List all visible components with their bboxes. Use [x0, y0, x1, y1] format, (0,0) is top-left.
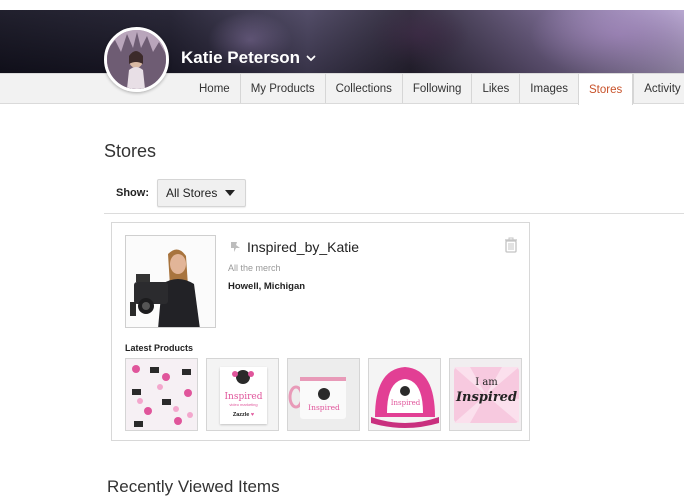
product-thumb-sticker[interactable]: Inspired video marketing Zazzle ♥	[206, 358, 279, 431]
mousepad-line1: I am	[475, 377, 498, 388]
store-filter-select[interactable]: All Stores	[157, 179, 247, 207]
section-divider	[104, 213, 684, 214]
profile-avatar[interactable]	[104, 27, 169, 92]
pin-icon[interactable]	[229, 240, 243, 254]
profile-tabs: Home My Products Collections Following L…	[189, 74, 684, 105]
username-text: Katie Peterson	[181, 48, 301, 67]
tab-activity[interactable]: Activity	[633, 74, 684, 103]
sticker-card: Inspired video marketing Zazzle ♥	[220, 367, 267, 424]
camera-logo-icon	[232, 370, 254, 384]
tab-following[interactable]: Following	[401, 74, 472, 103]
product-thumb-pattern[interactable]	[125, 358, 198, 431]
product-thumb-mug[interactable]: Inspired	[287, 358, 360, 431]
store-location: Howell, Michigan	[228, 281, 306, 292]
store-photo[interactable]	[125, 235, 216, 328]
show-label: Show:	[116, 187, 149, 199]
tab-stores[interactable]: Stores	[578, 74, 634, 105]
tab-collections[interactable]: Collections	[324, 74, 402, 103]
cap-text: Inspired	[390, 399, 421, 407]
caret-down-icon	[225, 190, 236, 196]
product-thumb-cap[interactable]: Inspired	[368, 358, 441, 431]
profile-nav-bar: Home My Products Collections Following L…	[0, 73, 684, 105]
heart-icon: ♥	[250, 412, 255, 418]
latest-products-list: Inspired video marketing Zazzle ♥ Inspir…	[125, 358, 522, 431]
tab-my-products[interactable]: My Products	[239, 74, 325, 103]
username-menu[interactable]: Katie Peterson	[181, 48, 316, 68]
page-title: Stores	[104, 141, 157, 161]
banner-overlay	[0, 10, 684, 73]
store-name-text: Inspired_by_Katie	[247, 239, 360, 255]
mug-text: Inspired	[308, 403, 340, 412]
store-tagline: All the merch	[228, 263, 281, 273]
mousepad-line2: Inspired	[455, 390, 518, 405]
tab-images[interactable]: Images	[519, 74, 578, 103]
tab-home[interactable]: Home	[189, 74, 240, 103]
product-thumb-mousepad[interactable]: I am Inspired	[449, 358, 522, 431]
sticker-brand-text: Zazzle	[232, 412, 250, 418]
sticker-title: Inspired	[224, 392, 263, 402]
sticker-brand: Zazzle ♥	[220, 412, 267, 418]
pattern-product-image	[126, 359, 197, 430]
tab-likes[interactable]: Likes	[471, 74, 519, 103]
avatar-image	[107, 30, 166, 89]
store-owner-photo	[126, 236, 215, 327]
mug-product-image	[288, 359, 359, 430]
cap-product-image	[369, 359, 440, 430]
chevron-down-icon	[306, 55, 316, 62]
sticker-subtitle: video marketing	[229, 402, 258, 407]
trash-icon[interactable]	[504, 237, 518, 253]
store-card: Inspired_by_Katie All the merch Howell, …	[111, 222, 530, 441]
store-name[interactable]: Inspired_by_Katie	[229, 239, 359, 255]
show-filter-row: Show: All Stores	[116, 179, 247, 207]
store-filter-value: All Stores	[166, 186, 218, 200]
recently-viewed-title: Recently Viewed Items	[107, 477, 280, 496]
latest-products-label: Latest Products	[125, 343, 194, 353]
